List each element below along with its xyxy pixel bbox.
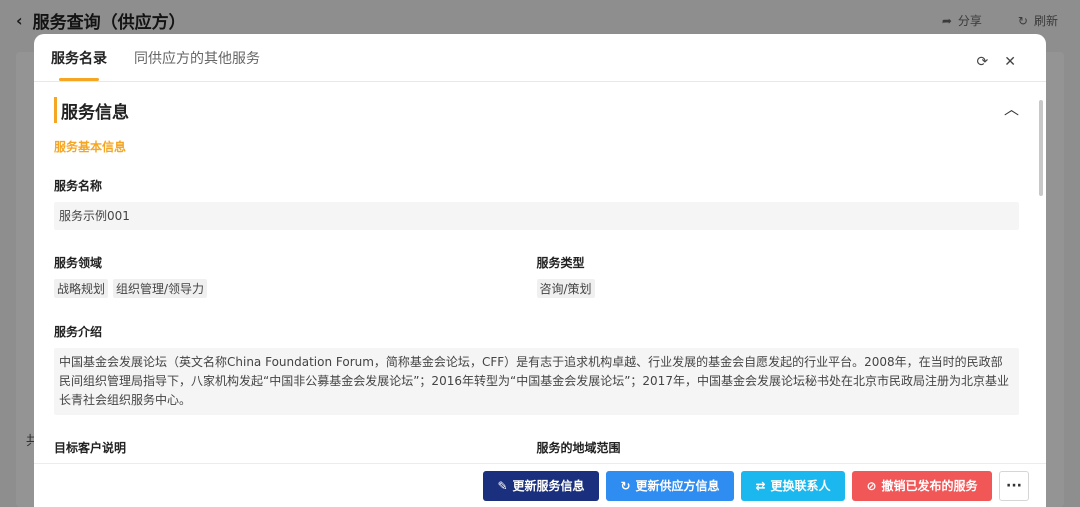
- modal-tabs: 服务名录 同供应方的其他服务 ⟳ ✕: [34, 34, 1046, 82]
- eye-off-icon: ⊘: [866, 478, 877, 493]
- service-type-field: 服务类型 咨询/策划: [536, 254, 1020, 298]
- chevron-up-icon[interactable]: ︿: [1004, 98, 1019, 119]
- service-domain-field: 服务领域 战略规划 组织管理/领导力: [54, 254, 537, 298]
- reload-icon[interactable]: ⟳: [977, 54, 989, 70]
- service-intro-field: 服务介绍 中国基金会发展论坛（英文名称China Foundation Foru…: [54, 323, 1019, 415]
- service-type-label: 服务类型: [536, 256, 585, 270]
- service-intro-label: 服务介绍: [54, 325, 103, 339]
- close-icon[interactable]: ✕: [1004, 54, 1016, 70]
- modal-content: 服务信息 ︿ 服务基本信息 服务名称 服务示例001 服务领域 战略规划 组织管…: [34, 82, 1046, 463]
- change-contact-label: 更换联系人: [770, 479, 831, 493]
- modal-tools: ⟳ ✕: [977, 54, 1016, 70]
- edit-icon: ✎: [497, 478, 508, 493]
- sub-section-title: 服务基本信息: [54, 140, 127, 154]
- type-tag: 咨询/策划: [536, 279, 595, 298]
- swap-icon: ⇄: [755, 478, 766, 493]
- service-intro-value: 中国基金会发展论坛（英文名称China Foundation Forum，简称基…: [54, 348, 1019, 415]
- modal-footer: ✎ 更新服务信息 ↻ 更新供应方信息 ⇄ 更换联系人 ⊘ 撤销已发布的服务 ···: [34, 463, 1046, 507]
- service-name-value: 服务示例001: [54, 202, 1019, 230]
- more-button[interactable]: ···: [999, 470, 1029, 501]
- domain-type-row: 服务领域 战略规划 组织管理/领导力 服务类型 咨询/策划: [54, 254, 1019, 298]
- service-detail-modal: 服务名录 同供应方的其他服务 ⟳ ✕ 服务信息 ︿ 服务基本信息 服务名称 服务…: [34, 34, 1046, 507]
- tab-other-services[interactable]: 同供应方的其他服务: [134, 48, 260, 81]
- domain-tag: 战略规划: [54, 279, 109, 298]
- change-contact-button[interactable]: ⇄ 更换联系人: [741, 470, 845, 501]
- service-type-tags: 咨询/策划: [536, 279, 1020, 298]
- update-supplier-button[interactable]: ↻ 更新供应方信息: [606, 470, 734, 501]
- update-supplier-label: 更新供应方信息: [635, 479, 720, 493]
- domain-tag: 组织管理/领导力: [113, 279, 208, 298]
- revoke-service-label: 撤销已发布的服务: [881, 479, 978, 493]
- service-name-field: 服务名称 服务示例001: [54, 177, 1019, 230]
- revoke-service-button[interactable]: ⊘ 撤销已发布的服务: [852, 470, 992, 501]
- service-name-label: 服务名称: [54, 179, 103, 193]
- section-title: 服务信息: [61, 102, 129, 123]
- section-accent-bar: [54, 97, 57, 123]
- service-region-label: 服务的地域范围: [536, 441, 621, 455]
- customer-region-row: 目标客户说明 服务的地域范围: [54, 439, 1019, 463]
- target-customer-field: 目标客户说明: [54, 439, 537, 463]
- service-domain-tags: 战略规划 组织管理/领导力: [54, 279, 537, 298]
- section-header: 服务信息 ︿: [54, 97, 1019, 123]
- refresh-icon: ↻: [620, 478, 631, 493]
- service-domain-label: 服务领域: [54, 256, 103, 270]
- update-service-button[interactable]: ✎ 更新服务信息: [483, 470, 599, 501]
- service-region-field: 服务的地域范围: [537, 439, 1020, 463]
- update-service-label: 更新服务信息: [512, 479, 585, 493]
- tab-service-directory[interactable]: 服务名录: [51, 48, 107, 81]
- target-customer-label: 目标客户说明: [54, 441, 127, 455]
